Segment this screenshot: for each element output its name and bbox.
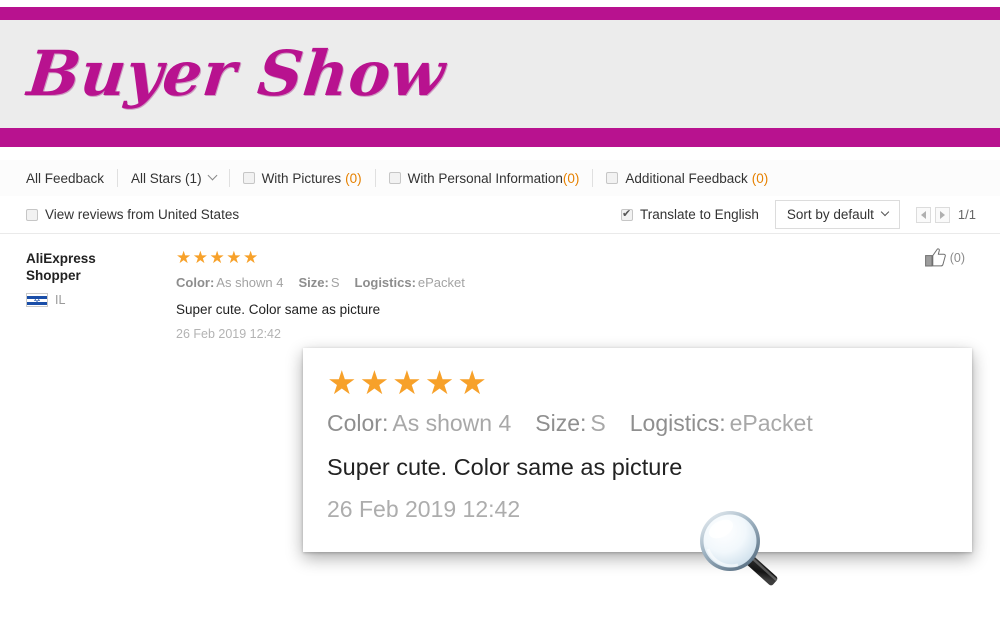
filter-all-stars-label: All Stars (1)	[131, 170, 202, 186]
pagination-prev-button[interactable]	[915, 206, 931, 223]
magnified-attr-logistics-label: Logistics:	[629, 410, 726, 436]
pagination-next-button[interactable]	[934, 206, 950, 223]
checkbox-additional-feedback[interactable]	[606, 172, 619, 184]
checkbox-with-pictures[interactable]	[242, 172, 255, 184]
filter-with-pictures-count: (0)	[345, 170, 362, 186]
magnified-rating-stars: ★★★★★	[327, 364, 490, 401]
feedback-panel: All Feedback All Stars (1) With Pictures…	[0, 160, 1000, 359]
pagination-indicator: 1/1	[957, 207, 976, 222]
chevron-down-icon	[207, 170, 218, 180]
magnified-review-attributes: Color: As shown 4 Size: S Logistics: ePacket	[327, 410, 972, 437]
banner-bottom-rule	[0, 128, 1000, 147]
reviewer-name-line2: Shopper	[26, 268, 81, 283]
magnified-attr-size-label: Size:	[535, 410, 587, 436]
magnified-review-date: 26 Feb 2019 12:42	[327, 496, 521, 522]
filter-all-feedback-label: All Feedback	[26, 170, 105, 186]
filter-with-personal-information-count: (0)	[562, 170, 580, 186]
banner-body: Buyer Show	[0, 20, 1000, 128]
filter-with-pictures-label: With Pictures	[261, 170, 342, 186]
magnified-attr-size-value: S	[590, 410, 606, 436]
reviewer-info: AliExpress Shopper ✡ IL	[26, 248, 154, 341]
checkbox-with-personal-information[interactable]	[388, 172, 401, 184]
magnified-attr-logistics-value: ePacket	[729, 410, 813, 436]
sort-dropdown[interactable]: Sort by default	[774, 200, 900, 229]
feedback-filter-bar: All Feedback All Stars (1) With Pictures…	[0, 160, 1000, 196]
filter-additional-feedback-count: (0)	[751, 170, 769, 186]
reviewer-country: ✡ IL	[26, 293, 154, 307]
rating-stars: ★★★★★	[176, 248, 260, 267]
israel-flag-icon: ✡	[26, 293, 48, 307]
star-of-david-glyph: ✡	[33, 294, 41, 305]
attr-logistics-value: ePacket	[417, 275, 465, 290]
review-text: Super cute. Color same as picture	[176, 302, 381, 317]
reviewer-name-line1: AliExpress	[26, 251, 96, 266]
filter-additional-feedback[interactable]: Additional Feedback (0)	[593, 169, 781, 187]
filter-with-personal-information[interactable]: With Personal Information (0)	[376, 169, 594, 187]
review-attributes: Color: As shown 4 Size: S Logistics: ePacket	[176, 275, 976, 290]
review-date: 26 Feb 2019 12:42	[176, 327, 281, 341]
attr-logistics-label: Logistics:	[354, 275, 416, 290]
thumbs-up-icon	[924, 248, 946, 267]
chevron-down-icon	[880, 207, 890, 216]
page-title: Buyer Show	[24, 37, 449, 110]
view-reviews-label: View reviews from United States	[45, 207, 240, 222]
filter-with-pictures[interactable]: With Pictures (0)	[230, 169, 376, 187]
attr-color-label: Color:	[176, 275, 215, 290]
reviewer-country-code: IL	[55, 293, 66, 307]
magnified-review-card: ★★★★★ Color: As shown 4 Size: S Logistics: eP…	[303, 348, 972, 552]
magnified-review-text: Super cute. Color same as picture	[327, 454, 683, 480]
attr-size-value: S	[330, 275, 340, 290]
attr-size-label: Size:	[298, 275, 329, 290]
banner-top-rule	[0, 7, 1000, 20]
checkbox-view-reviews-country[interactable]	[26, 208, 38, 221]
magnified-attr-color-label: Color:	[327, 410, 389, 436]
helpful-count: (0)	[949, 250, 965, 265]
buyer-show-banner: Buyer Show	[0, 7, 1000, 147]
filter-all-stars[interactable]: All Stars (1)	[118, 169, 230, 187]
view-reviews-from-country-toggle[interactable]: View reviews from United States	[26, 207, 239, 222]
translate-label: Translate to English	[640, 207, 759, 222]
review-item: AliExpress Shopper ✡ IL ★★★★★ Color: As s…	[0, 234, 1000, 359]
pagination: 1/1	[915, 206, 976, 223]
checkbox-translate-to-english[interactable]	[621, 207, 634, 221]
review-content: ★★★★★ Color: As shown 4 Size: S Logistics: eP…	[154, 248, 976, 341]
magnified-attr-color-value: As shown 4	[392, 410, 512, 436]
translate-to-english-toggle[interactable]: Translate to English	[621, 207, 759, 222]
filter-additional-feedback-label: Additional Feedback	[625, 170, 748, 186]
filter-with-personal-information-label: With Personal Information	[407, 170, 563, 186]
attr-color-value: As shown 4	[216, 275, 284, 290]
helpful-button[interactable]: (0)	[924, 248, 965, 267]
feedback-toolbar: View reviews from United States Translat…	[0, 196, 1000, 234]
filter-all-feedback[interactable]: All Feedback	[26, 169, 119, 187]
sort-dropdown-label: Sort by default	[786, 207, 874, 222]
